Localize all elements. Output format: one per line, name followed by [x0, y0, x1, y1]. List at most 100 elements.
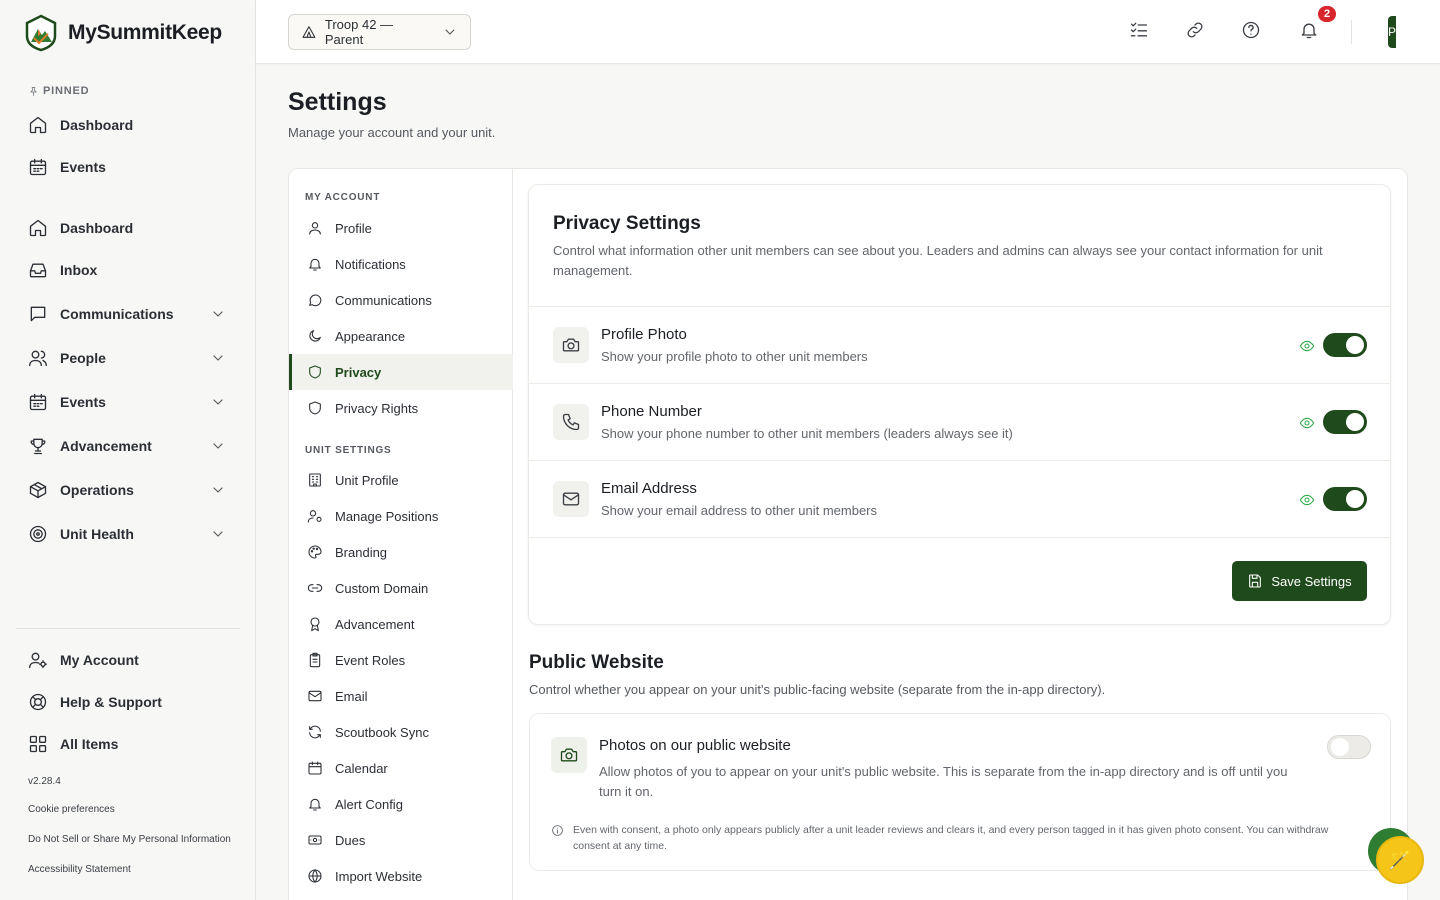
home-icon	[29, 116, 47, 134]
users-icon	[29, 350, 47, 367]
palette-icon	[308, 545, 322, 559]
sidebar: MySummitKeep PINNED Dashboard Events Das…	[0, 0, 256, 900]
settings-nav-appearance[interactable]: Appearance	[289, 318, 513, 354]
mail-icon	[308, 690, 322, 702]
settings-nav-email[interactable]: Email	[289, 678, 513, 714]
link-icon	[307, 584, 323, 592]
chevron-down-icon	[213, 355, 223, 361]
sidebar-item-advancement[interactable]: Advancement	[16, 428, 240, 464]
save-settings-button[interactable]: Save Settings	[1232, 561, 1367, 601]
public-website-title: Public Website	[529, 652, 664, 673]
row-title: Email Address	[601, 480, 697, 497]
settings-nav-profile[interactable]: Profile	[289, 210, 513, 246]
pinned-item-events[interactable]: Events	[16, 149, 240, 185]
privacy-row-profile-photo: Profile Photo Show your profile photo to…	[529, 306, 1390, 383]
money-icon	[308, 835, 322, 845]
public-photos-description: Allow photos of you to appear on your un…	[599, 764, 1288, 799]
grid-icon	[29, 735, 47, 753]
row-title: Profile Photo	[601, 326, 687, 343]
phone-number-toggle[interactable]	[1323, 410, 1367, 434]
public-website-card: Photos on our public website Allow photo…	[529, 713, 1391, 871]
sidebar-item-all-items[interactable]: All Items	[16, 726, 240, 762]
notification-badge: 2	[1316, 4, 1338, 24]
link-icon[interactable]	[1185, 20, 1205, 40]
chevron-down-icon	[213, 443, 223, 449]
calendar-icon	[29, 393, 47, 411]
assistant-widget-button[interactable]: 🪄	[1376, 836, 1424, 884]
bell-icon[interactable]	[1299, 20, 1319, 40]
sidebar-item-unit-health[interactable]: Unit Health	[16, 516, 240, 552]
tent-icon	[302, 26, 316, 38]
unit-switcher[interactable]: Troop 42 — Parent	[288, 14, 471, 50]
avatar[interactable]: P	[1388, 16, 1396, 48]
sidebar-item-operations[interactable]: Operations	[16, 472, 240, 508]
chevron-down-icon	[213, 487, 223, 493]
sidebar-divider	[16, 628, 240, 629]
settings-nav-calendar[interactable]: Calendar	[289, 750, 513, 786]
sidebar-item-people[interactable]: People	[16, 340, 240, 376]
checklist-icon[interactable]	[1129, 20, 1149, 40]
camera-icon	[551, 737, 587, 773]
public-photos-title: Photos on our public website	[599, 737, 791, 754]
settings-nav-advancement[interactable]: Advancement	[289, 606, 513, 642]
globe-icon	[308, 869, 322, 883]
sidebar-item-help-support[interactable]: Help & Support	[16, 684, 240, 720]
privacy-row-phone-number: Phone Number Show your phone number to o…	[529, 383, 1390, 460]
sidebar-item-communications[interactable]: Communications	[16, 296, 240, 332]
settings-nav-event-roles[interactable]: Event Roles	[289, 642, 513, 678]
info-icon	[551, 824, 564, 837]
do-not-sell-link[interactable]: Do Not Sell or Share My Personal Informa…	[28, 834, 231, 845]
pinned-item-dashboard[interactable]: Dashboard	[16, 107, 240, 143]
settings-nav-manage-positions[interactable]: Manage Positions	[289, 498, 513, 534]
settings-nav: MY ACCOUNT Profile Notifications Communi…	[289, 169, 513, 900]
profile-photo-toggle[interactable]	[1323, 333, 1367, 357]
settings-nav-import-website[interactable]: Import Website	[289, 858, 513, 894]
unit-settings-section-label: UNIT SETTINGS	[305, 445, 392, 456]
bell-icon	[309, 798, 321, 811]
email-address-toggle[interactable]	[1323, 487, 1367, 511]
my-account-section-label: MY ACCOUNT	[305, 192, 381, 203]
settings-nav-custom-domain[interactable]: Custom Domain	[289, 570, 513, 606]
settings-nav-dues[interactable]: Dues	[289, 822, 513, 858]
chevron-down-icon	[213, 311, 223, 317]
sidebar-item-events[interactable]: Events	[16, 384, 240, 420]
settings-nav-unit-profile[interactable]: Unit Profile	[289, 462, 513, 498]
settings-nav-communications[interactable]: Communications	[289, 282, 513, 318]
accessibility-statement-link[interactable]: Accessibility Statement	[28, 864, 131, 875]
privacy-settings-card: Privacy Settings Control what informatio…	[528, 184, 1391, 625]
user-icon	[309, 222, 321, 235]
calendar-icon	[29, 158, 47, 176]
settings-nav-alert-config[interactable]: Alert Config	[289, 786, 513, 822]
privacy-row-email-address: Email Address Show your email address to…	[529, 460, 1390, 537]
pin-icon	[30, 86, 37, 96]
chevron-down-icon	[213, 399, 223, 405]
cookie-preferences-link[interactable]: Cookie preferences	[28, 804, 115, 815]
card-footer-divider	[529, 537, 1390, 538]
settings-nav-branding[interactable]: Branding	[289, 534, 513, 570]
topbar-divider	[1351, 20, 1352, 44]
settings-nav-privacy-rights[interactable]: Privacy Rights	[289, 390, 513, 426]
sidebar-item-inbox[interactable]: Inbox	[16, 252, 240, 288]
settings-nav-privacy[interactable]: Privacy	[289, 354, 513, 390]
moon-icon	[309, 330, 321, 342]
row-title: Phone Number	[601, 403, 702, 420]
version-label: v2.28.4	[28, 776, 61, 787]
sidebar-item-my-account[interactable]: My Account	[16, 642, 240, 678]
camera-icon	[553, 327, 589, 363]
settings-nav-scoutbook-sync[interactable]: Scoutbook Sync	[289, 714, 513, 750]
award-icon	[310, 617, 320, 632]
sidebar-item-dashboard[interactable]: Dashboard	[16, 210, 240, 246]
building-icon	[309, 473, 321, 487]
privacy-settings-title: Privacy Settings	[553, 213, 701, 234]
trophy-icon	[30, 438, 46, 455]
calendar-icon	[308, 761, 322, 775]
clipboard-icon	[309, 652, 321, 668]
brand[interactable]: MySummitKeep	[24, 14, 222, 52]
settings-nav-notifications[interactable]: Notifications	[289, 246, 513, 282]
help-icon[interactable]	[1241, 20, 1261, 40]
shield-icon	[309, 401, 321, 415]
chevron-down-icon	[213, 531, 223, 537]
row-description: Show your phone number to other unit mem…	[601, 426, 1013, 441]
pinned-label: PINNED	[28, 85, 89, 97]
public-photos-toggle[interactable]	[1327, 735, 1371, 759]
